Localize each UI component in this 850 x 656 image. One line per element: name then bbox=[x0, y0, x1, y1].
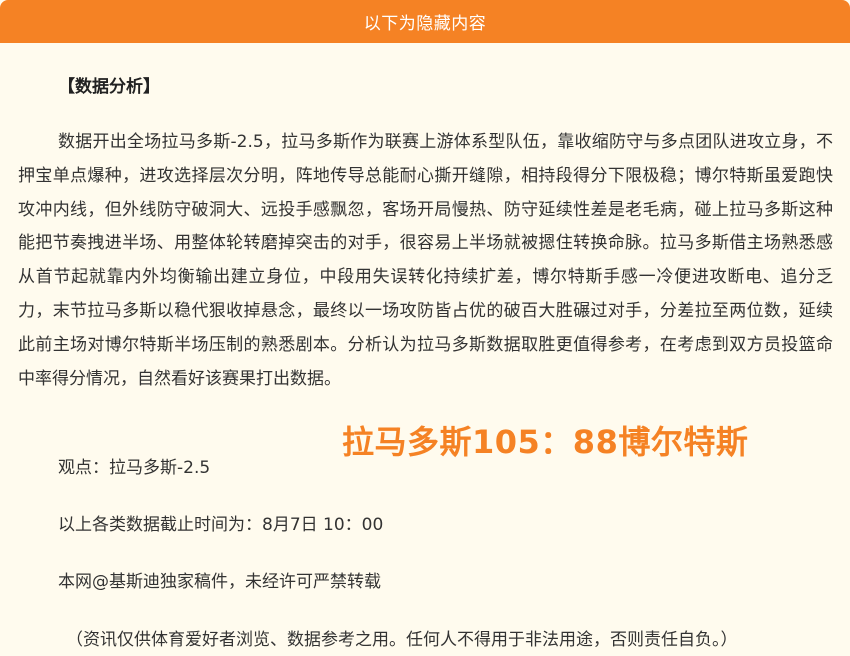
deadline-line: 以上各类数据截止时间为：8月7日 10：00 bbox=[58, 515, 384, 535]
article-body: 【数据分析】 数据开出全场拉马多斯-2.5，拉马多斯作为联赛上游体系型队伍，靠收… bbox=[0, 43, 850, 656]
banner-title: 以下为隐藏内容 bbox=[363, 14, 487, 34]
disclaimer-line: （资讯仅供体育爱好者浏览、数据参考之用。任何人不得用于非法用途，否则责任自负。） bbox=[66, 630, 738, 650]
copyright-line: 本网@基斯迪独家稿件，未经许可严禁转载 bbox=[58, 572, 381, 592]
section-heading: 【数据分析】 bbox=[58, 77, 160, 97]
score-prediction: 拉马多斯105：88博尔特斯 bbox=[342, 423, 749, 461]
viewpoint-line: 观点：拉马多斯-2.5 bbox=[58, 458, 211, 478]
analysis-paragraph: 数据开出全场拉马多斯-2.5，拉马多斯作为联赛上游体系型队伍，靠收缩防守与多点团… bbox=[18, 132, 833, 389]
hidden-content-banner: 以下为隐藏内容 bbox=[0, 0, 850, 43]
